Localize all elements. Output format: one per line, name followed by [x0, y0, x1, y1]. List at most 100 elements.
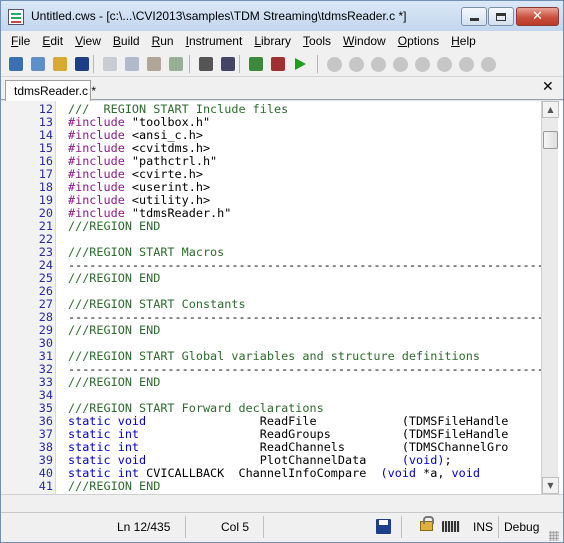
stop-build-icon[interactable] — [269, 55, 287, 73]
cut-icon[interactable] — [101, 55, 119, 73]
menu-help[interactable]: Help — [447, 34, 480, 48]
code-token: <cvitdms.h> — [124, 141, 211, 155]
menu-build[interactable]: Build — [109, 34, 144, 48]
code-line[interactable]: 21///REGION END — [1, 220, 541, 233]
minimize-button[interactable] — [461, 7, 487, 26]
run-icon[interactable] — [291, 55, 309, 73]
code-token: static int — [68, 427, 140, 441]
build-icon[interactable] — [247, 55, 265, 73]
save-icon[interactable] — [73, 55, 91, 73]
new-icon[interactable] — [29, 55, 47, 73]
modified-save-icon — [376, 519, 391, 534]
close-button[interactable]: ✕ — [516, 7, 559, 26]
menu-edit[interactable]: Edit — [38, 34, 67, 48]
menu-instrument[interactable]: Instrument — [182, 34, 247, 48]
code-token: <userint.h> — [124, 180, 211, 194]
menu-options[interactable]: Options — [394, 34, 443, 48]
menu-library[interactable]: Library — [250, 34, 295, 48]
resize-grip-icon[interactable] — [549, 531, 559, 541]
code-text: ///REGION END — [68, 324, 160, 337]
find-icon[interactable] — [197, 55, 215, 73]
code-token: (void) — [401, 453, 445, 467]
code-line[interactable]: 25///REGION END — [1, 272, 541, 285]
menu-view[interactable]: View — [71, 34, 105, 48]
ide-window: Untitled.cws - [c:\...\CVI2013\samples\T… — [0, 0, 564, 543]
step-into-icon[interactable] — [347, 55, 365, 73]
scroll-thumb[interactable] — [543, 131, 558, 149]
line-number: 41 — [38, 479, 53, 493]
code-editor[interactable]: 12/// REGION START Include files 13 #inclu… — [1, 101, 563, 494]
code-token: <ansi_c.h> — [124, 128, 203, 142]
breakpoint-icon[interactable] — [325, 55, 343, 73]
code-token: #include — [68, 206, 125, 220]
code-token: ----------------------------------------… — [68, 362, 541, 376]
toolbar-separator — [239, 55, 240, 73]
code-token: CVICALLBACK ChannelInfoCompare — [139, 466, 381, 480]
code-text: ///REGION END — [68, 220, 160, 233]
status-divider — [263, 516, 264, 538]
scroll-up-icon[interactable]: ▲ — [542, 101, 559, 118]
paste-icon[interactable] — [145, 55, 163, 73]
code-line[interactable]: 41 ///REGION END — [1, 480, 541, 493]
terminate-icon[interactable] — [457, 55, 475, 73]
tab-tdmsreader[interactable]: tdmsReader.c * — [5, 80, 96, 101]
code-token: static int — [68, 440, 140, 454]
horizontal-scrollbar[interactable] — [1, 494, 563, 512]
code-token: #include — [68, 128, 125, 142]
code-token: ReadGroups (TDMSFileHandle — [139, 427, 509, 441]
code-token: "tdmsReader.h" — [124, 206, 232, 220]
undo-icon[interactable] — [167, 55, 185, 73]
code-text-area[interactable]: 12/// REGION START Include files 13 #inclu… — [1, 103, 541, 494]
toolbar — [1, 51, 563, 77]
close-tab-icon[interactable]: ✕ — [542, 79, 554, 95]
menu-bar: File Edit View Build Run Instrument Library Too… — [1, 31, 563, 51]
copy-icon[interactable] — [123, 55, 141, 73]
keyboard-icon — [442, 521, 460, 532]
code-text: ///REGION END — [68, 480, 160, 493]
code-token: static void — [68, 414, 147, 428]
menu-run[interactable]: Run — [148, 34, 178, 48]
code-token: ///REGION END — [68, 479, 161, 493]
step-out-icon[interactable] — [391, 55, 409, 73]
open-icon[interactable] — [51, 55, 69, 73]
code-token: static int — [68, 466, 140, 480]
code-token: ///REGION START Macros — [68, 245, 225, 259]
menu-tools[interactable]: Tools — [299, 34, 335, 48]
minimize-icon — [469, 18, 479, 21]
window-title: Untitled.cws - [c:\...\CVI2013\samples\T… — [31, 9, 407, 23]
code-token: #include — [68, 141, 125, 155]
code-token: *a, — [416, 466, 452, 480]
code-line[interactable]: 33///REGION END — [1, 376, 541, 389]
go-icon[interactable] — [435, 55, 453, 73]
code-token: #include — [68, 167, 125, 181]
scroll-down-icon[interactable]: ▼ — [542, 477, 559, 494]
code-token: static void — [68, 453, 147, 467]
code-token: "toolbox.h" — [124, 115, 211, 129]
menu-window[interactable]: Window — [339, 34, 390, 48]
code-token: PlotChannelData — [146, 453, 402, 467]
maximize-button[interactable] — [488, 7, 514, 26]
code-token: <cvirte.h> — [124, 167, 203, 181]
column-position: Col 5 — [221, 520, 250, 534]
code-token: ///REGION END — [68, 271, 161, 285]
code-token: (void — [380, 466, 417, 480]
step-over-icon[interactable] — [369, 55, 387, 73]
find-replace-icon[interactable] — [219, 55, 237, 73]
code-token: ///REGION START Constants — [68, 297, 246, 311]
code-line[interactable]: 29///REGION END — [1, 324, 541, 337]
workspace-app-icon[interactable] — [8, 9, 24, 25]
code-token: ///REGION START Global variables and str… — [68, 349, 480, 363]
close-icon: ✕ — [532, 9, 543, 24]
disable-icon[interactable] — [479, 55, 497, 73]
code-token: #include — [68, 193, 125, 207]
code-token: ReadFile (TDMSFileHandle — [146, 414, 509, 428]
vertical-scrollbar[interactable]: ▲ ▼ — [541, 101, 559, 494]
code-token: #include — [68, 154, 125, 168]
tab-strip: tdmsReader.c * ✕ — [1, 77, 563, 101]
build-configuration[interactable]: Debug — [504, 520, 539, 534]
workspace-icon[interactable] — [7, 55, 25, 73]
title-bar[interactable]: Untitled.cws - [c:\...\CVI2013\samples\T… — [1, 1, 563, 31]
menu-file[interactable]: File — [7, 34, 34, 48]
status-divider — [498, 516, 499, 538]
continue-icon[interactable] — [413, 55, 431, 73]
